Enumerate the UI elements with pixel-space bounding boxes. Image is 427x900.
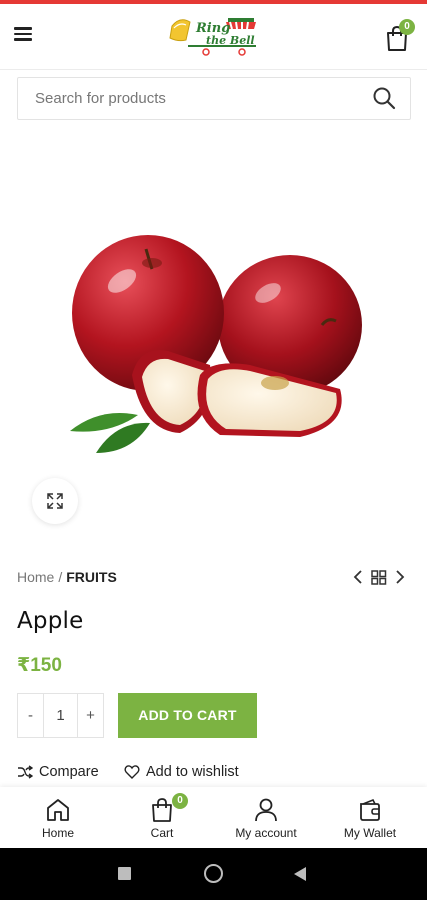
bottom-nav-cart[interactable]: 0 Cart — [112, 787, 212, 848]
bottom-navigation: Home 0 Cart My account My Wallet — [0, 787, 427, 848]
user-icon — [255, 798, 277, 822]
bottom-nav-cart-badge: 0 — [172, 793, 188, 809]
heart-icon — [124, 765, 140, 779]
bottom-nav-home[interactable]: Home — [8, 787, 108, 848]
android-navigation-bar — [0, 848, 427, 900]
header-cart-button[interactable]: 0 — [383, 19, 415, 52]
product-navigation — [349, 568, 409, 586]
home-icon — [47, 799, 69, 821]
search-icon[interactable] — [372, 86, 396, 110]
bottom-nav-my-wallet-label: My Wallet — [343, 826, 397, 840]
breadcrumb-separator: / — [58, 569, 63, 585]
bottom-nav-my-account-label: My account — [235, 826, 297, 840]
add-to-wishlist-link[interactable]: Add to wishlist — [124, 764, 239, 780]
wallet-icon — [360, 798, 380, 821]
zoom-image-button[interactable] — [32, 478, 78, 524]
hamburger-menu-icon[interactable] — [14, 24, 38, 48]
compare-link[interactable]: Compare — [17, 764, 99, 780]
breadcrumb-home-link[interactable]: Home — [17, 569, 54, 585]
shuffle-icon — [18, 765, 33, 779]
bottom-nav-home-label: Home — [41, 826, 74, 840]
product-title: Apple — [17, 608, 84, 634]
ring-the-bell-logo[interactable]: Ring the Bell — [166, 12, 262, 60]
add-to-cart-button[interactable]: ADD TO CART — [118, 693, 257, 738]
breadcrumb: Home / FRUITS — [17, 569, 117, 585]
breadcrumb-category-link[interactable]: FRUITS — [66, 569, 117, 585]
quantity-input[interactable] — [44, 694, 77, 737]
product-image-apple[interactable] — [60, 225, 370, 460]
back-triangle-icon[interactable] — [293, 866, 307, 882]
bottom-nav-my-wallet[interactable]: My Wallet — [320, 787, 420, 848]
logo-text-bell: the Bell — [206, 34, 255, 47]
grid-view-icon[interactable] — [370, 568, 388, 586]
expand-icon — [47, 493, 63, 509]
home-circle-icon[interactable] — [204, 864, 223, 883]
product-price: ₹150 — [17, 655, 62, 676]
search-bar — [17, 77, 411, 120]
header-cart-badge: 0 — [399, 19, 415, 35]
quantity-increase-button[interactable]: + — [77, 694, 103, 737]
previous-product-icon[interactable] — [349, 568, 367, 586]
search-input[interactable] — [18, 78, 348, 118]
recent-apps-icon[interactable] — [118, 867, 131, 880]
compare-label: Compare — [39, 764, 99, 780]
next-product-icon[interactable] — [391, 568, 409, 586]
quantity-stepper: - + — [17, 693, 104, 738]
quantity-decrease-button[interactable]: - — [18, 694, 44, 737]
header-divider — [0, 69, 427, 70]
bottom-nav-my-account[interactable]: My account — [216, 787, 316, 848]
bottom-nav-cart-label: Cart — [150, 826, 174, 840]
header: Ring the Bell 0 — [0, 4, 427, 68]
wishlist-label: Add to wishlist — [146, 764, 239, 780]
